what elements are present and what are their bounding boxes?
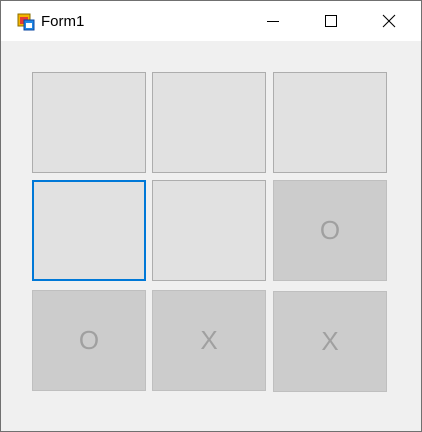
close-icon [382,14,396,28]
board-cell-8[interactable]: X [152,290,266,391]
board-cell-6[interactable]: O [273,180,387,281]
close-button[interactable] [360,1,418,41]
maximize-icon [325,15,337,27]
board-cell-2[interactable] [152,72,266,173]
board-cell-1[interactable] [32,72,146,173]
form-window: Form1 O O X X [0,0,422,432]
board-cell-3[interactable] [273,72,387,173]
board-cell-7[interactable]: O [32,290,146,391]
title-bar[interactable]: Form1 [1,1,421,41]
winforms-app-icon[interactable] [17,13,35,31]
board-cell-9[interactable]: X [273,291,387,392]
minimize-icon [267,21,279,22]
window-title: Form1 [41,13,85,30]
minimize-button[interactable] [244,1,302,41]
board-cell-4[interactable] [32,180,146,281]
board-cell-5[interactable] [152,180,266,281]
maximize-button[interactable] [302,1,360,41]
